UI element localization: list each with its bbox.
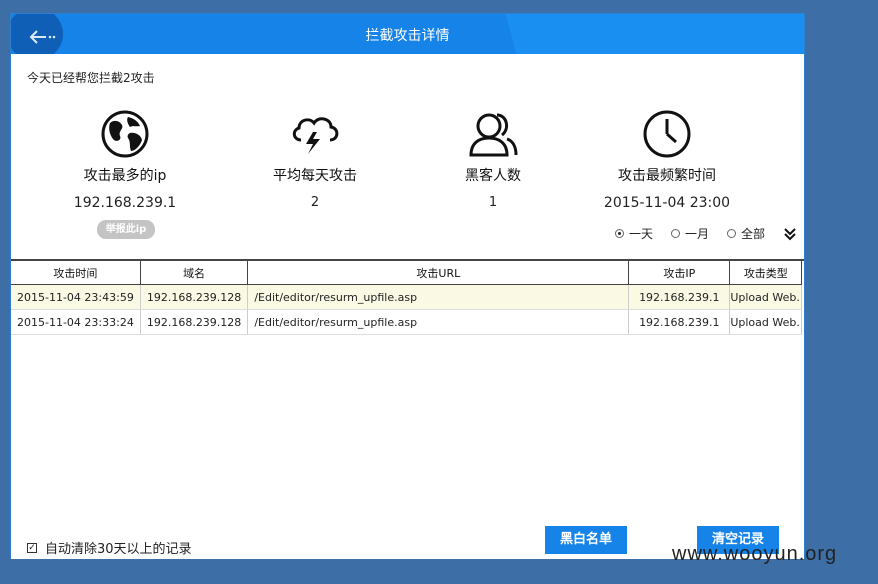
cell-domain: 192.168.239.128: [140, 309, 249, 335]
globe-icon: [35, 109, 215, 159]
cell-ip: 192.168.239.1: [628, 284, 731, 310]
checkbox-box[interactable]: ✓: [27, 542, 37, 553]
stat-label: 攻击最多的ip: [83, 168, 167, 184]
auto-clear-checkbox[interactable]: ✓ 自动清除30天以上的记录: [27, 538, 192, 557]
table-header-row: 攻击时间 域名 攻击URL 攻击IP 攻击类型: [11, 261, 803, 285]
stat-hacker-count: 黑客人数 1: [403, 109, 583, 210]
block-summary: 今天已经帮您拦截2攻击: [27, 71, 155, 85]
column-header-url[interactable]: 攻击URL: [247, 261, 630, 285]
radio-circle[interactable]: [727, 229, 737, 238]
cell-time: 2015-11-04 23:43:59: [11, 284, 141, 310]
stat-label: 平均每天攻击: [273, 168, 357, 184]
auto-clear-label: 自动清除30天以上的记录: [45, 542, 192, 557]
cell-time: 2015-11-04 23:33:24: [11, 309, 141, 335]
users-icon: [403, 109, 583, 159]
filter-day-radio[interactable]: 一天: [615, 225, 653, 242]
cell-domain: 192.168.239.128: [140, 284, 249, 310]
table-row[interactable]: 2015-11-04 23:33:24 192.168.239.128 /Edi…: [11, 309, 803, 335]
cell-type: Upload Web...: [729, 284, 803, 310]
cell-url: /Edit/editor/resurm_upfile.asp: [247, 284, 630, 310]
blacklist-button[interactable]: 黑白名单: [545, 526, 627, 554]
column-header-type[interactable]: 攻击类型: [729, 261, 803, 285]
attack-details-window: 拦截攻击详情 今天已经帮您拦截2攻击 攻击最多的ip 192.168.239.1…: [10, 13, 805, 559]
stat-value: 192.168.239.1: [73, 195, 177, 211]
stat-top-ip: 攻击最多的ip 192.168.239.1: [35, 109, 215, 211]
filter-all-radio[interactable]: 全部: [727, 225, 765, 242]
cell-type: Upload Web...: [729, 309, 803, 335]
clock-icon: [577, 109, 757, 159]
stat-label: 攻击最频繁时间: [618, 168, 716, 184]
cell-ip: 192.168.239.1: [628, 309, 731, 335]
stat-peak-time: 攻击最频繁时间 2015-11-04 23:00: [577, 109, 757, 211]
window-title: 拦截攻击详情: [365, 28, 450, 44]
radio-label: 全部: [741, 227, 766, 241]
column-header-domain[interactable]: 域名: [140, 261, 249, 285]
report-ip-button[interactable]: 举报此ip: [97, 220, 155, 239]
radio-label: 一天: [629, 227, 654, 241]
radio-label: 一月: [685, 227, 710, 241]
column-header-ip[interactable]: 攻击IP: [628, 261, 731, 285]
table-row[interactable]: 2015-11-04 23:43:59 192.168.239.128 /Edi…: [11, 284, 803, 310]
filter-month-radio[interactable]: 一月: [671, 225, 709, 242]
cell-url: /Edit/editor/resurm_upfile.asp: [247, 309, 630, 335]
stat-label: 黑客人数: [465, 168, 521, 184]
stat-daily-average: 平均每天攻击 2: [225, 109, 405, 210]
title-bar: 拦截攻击详情: [11, 14, 804, 54]
stat-value: 2: [310, 195, 320, 210]
attack-log-grid: 攻击时间 域名 攻击URL 攻击IP 攻击类型 2015-11-04 23:43…: [11, 261, 803, 335]
radio-circle[interactable]: [671, 229, 681, 238]
attack-log-table: 攻击时间 域名 攻击URL 攻击IP 攻击类型 2015-11-04 23:43…: [11, 259, 804, 522]
stat-value: 2015-11-04 23:00: [603, 195, 731, 211]
radio-circle[interactable]: [615, 229, 624, 238]
expand-chevron-icon[interactable]: [783, 227, 797, 241]
stat-value: 1: [488, 195, 498, 210]
storm-cloud-icon: [225, 109, 405, 159]
column-header-time[interactable]: 攻击时间: [11, 261, 141, 285]
time-range-filter: 一天 一月 全部: [615, 225, 783, 242]
watermark: www.wooyun.org: [672, 543, 838, 565]
